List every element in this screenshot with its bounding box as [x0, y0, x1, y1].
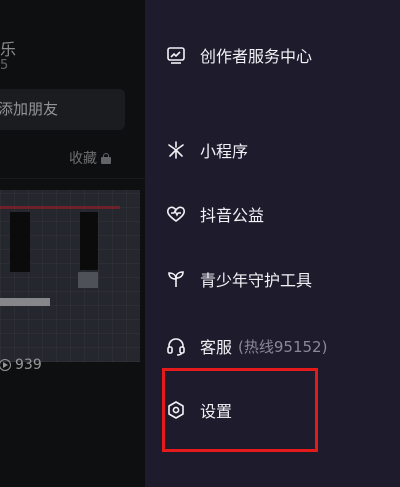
thumbnail-detail: [0, 298, 50, 306]
tab-favorites[interactable]: 收藏: [69, 148, 111, 168]
hotline-text: (热线95152): [238, 337, 328, 356]
headset-icon: [167, 338, 185, 356]
menu-item-label: 抖音公益: [200, 206, 265, 225]
thumbnail-detail: [78, 272, 98, 288]
menu-item-label: 小程序: [200, 142, 249, 161]
play-count-value: 939: [15, 357, 42, 373]
menu-item-creator-service[interactable]: 创作者服务中心: [165, 38, 385, 72]
charity-heart-icon: [166, 206, 186, 222]
creator-service-icon: [167, 47, 185, 64]
menu-item-customer-service[interactable]: 客服 (热线95152): [165, 329, 385, 363]
profile-panel: 乐 5 添加朋友 收藏 939: [0, 0, 145, 487]
menu-item-charity[interactable]: 抖音公益: [165, 197, 385, 231]
lock-icon: [101, 152, 111, 164]
play-count: 939: [0, 357, 42, 373]
video-thumbnail[interactable]: [0, 190, 140, 362]
thumbnail-detail: [0, 206, 120, 209]
profile-subtitle: 5: [0, 58, 9, 73]
sprout-icon: [168, 271, 184, 287]
thumbnail-detail: [80, 212, 98, 270]
mini-program-icon: [168, 141, 184, 159]
menu-item-label: 创作者服务中心: [200, 47, 313, 66]
menu-item-label: 客服: [200, 338, 233, 357]
profile-name: 乐: [0, 40, 17, 59]
menu-item-settings[interactable]: 设置: [165, 393, 385, 427]
menu-item-label: 青少年守护工具: [200, 271, 313, 290]
menu-item-label: 设置: [200, 402, 233, 421]
tab-works[interactable]: [0, 150, 10, 166]
add-friend-button[interactable]: 添加朋友: [0, 89, 125, 130]
tab-favorites-label: 收藏: [69, 151, 97, 167]
menu-item-mini-program[interactable]: 小程序: [165, 133, 385, 167]
thumbnail-detail: [10, 212, 30, 272]
play-icon: [0, 359, 12, 371]
tab-divider: [0, 178, 145, 179]
settings-hexagon-icon: [168, 401, 184, 419]
side-drawer-menu: 创作者服务中心 小程序 抖音公益 青少年守护工具 客服 (热线95152) 设置: [145, 0, 400, 487]
menu-item-youth-protection[interactable]: 青少年守护工具: [165, 262, 385, 296]
